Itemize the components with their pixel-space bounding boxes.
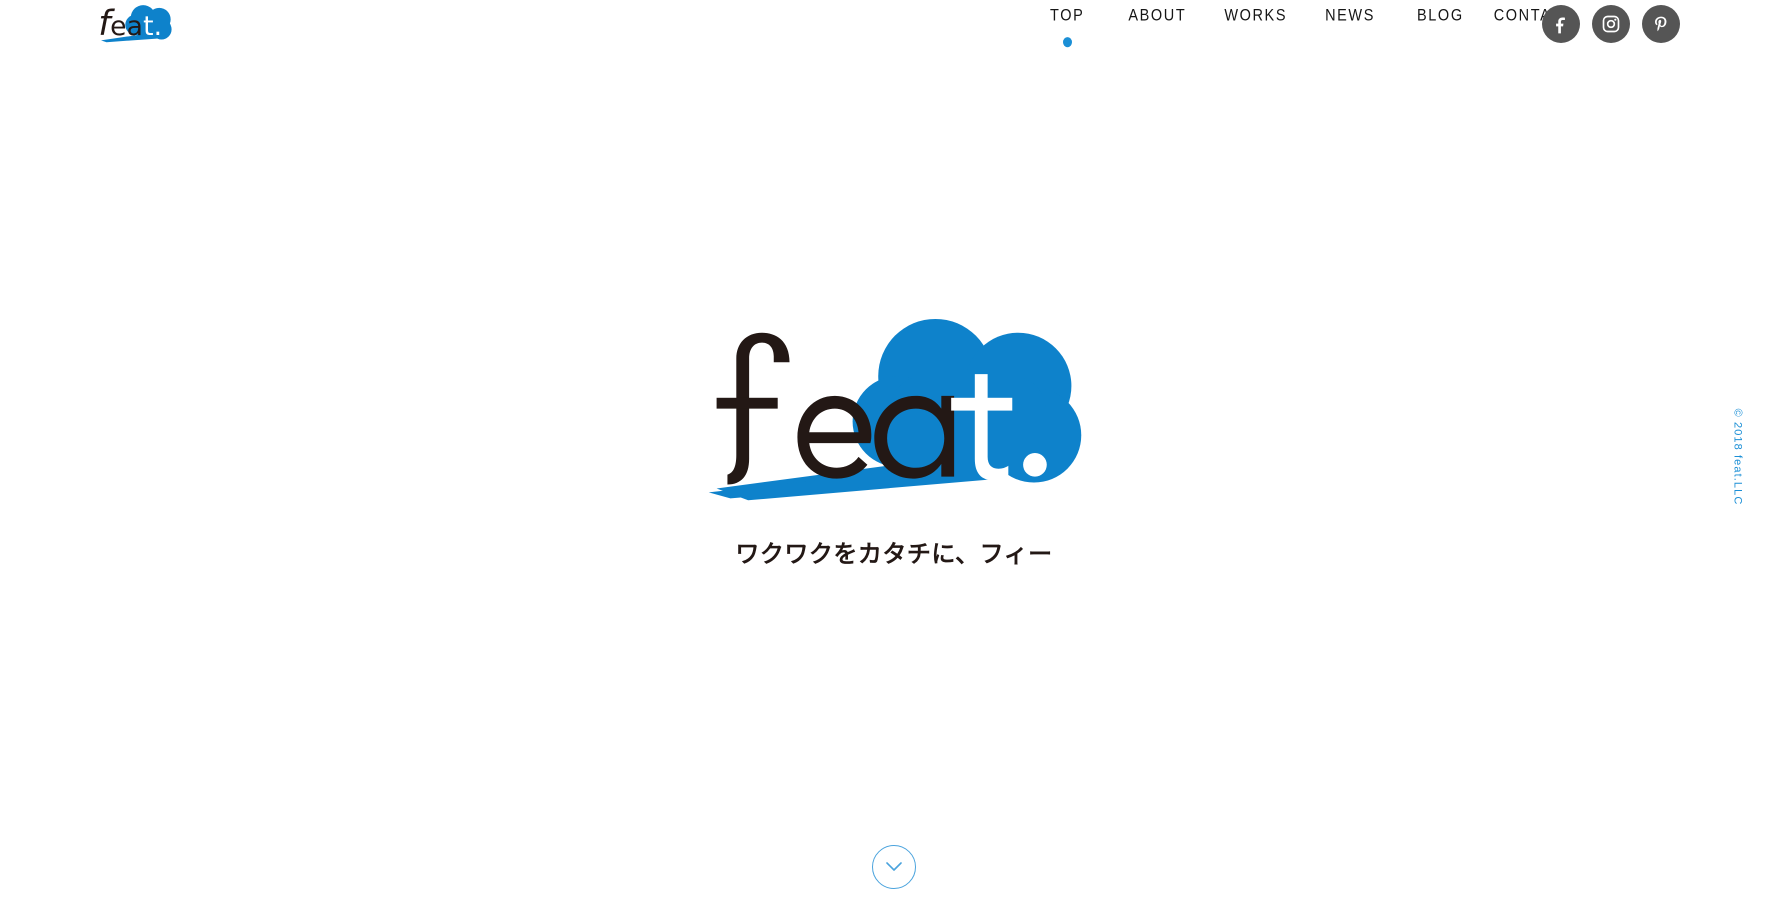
copyright-text: © 2018 feat.LLC <box>1731 408 1744 506</box>
scroll-down-button[interactable] <box>872 845 916 889</box>
page-root: f e a t. TOP ABOUT WORKS NEWS BLOG CONTA… <box>0 0 1788 914</box>
hero-feat-cloud-logo-icon <box>708 318 1082 501</box>
chevron-down-icon <box>886 862 902 871</box>
hero-section: ワクワクをカタチに、フィー <box>0 0 1788 914</box>
hero-tagline: ワクワクをカタチに、フィー <box>735 540 1053 568</box>
